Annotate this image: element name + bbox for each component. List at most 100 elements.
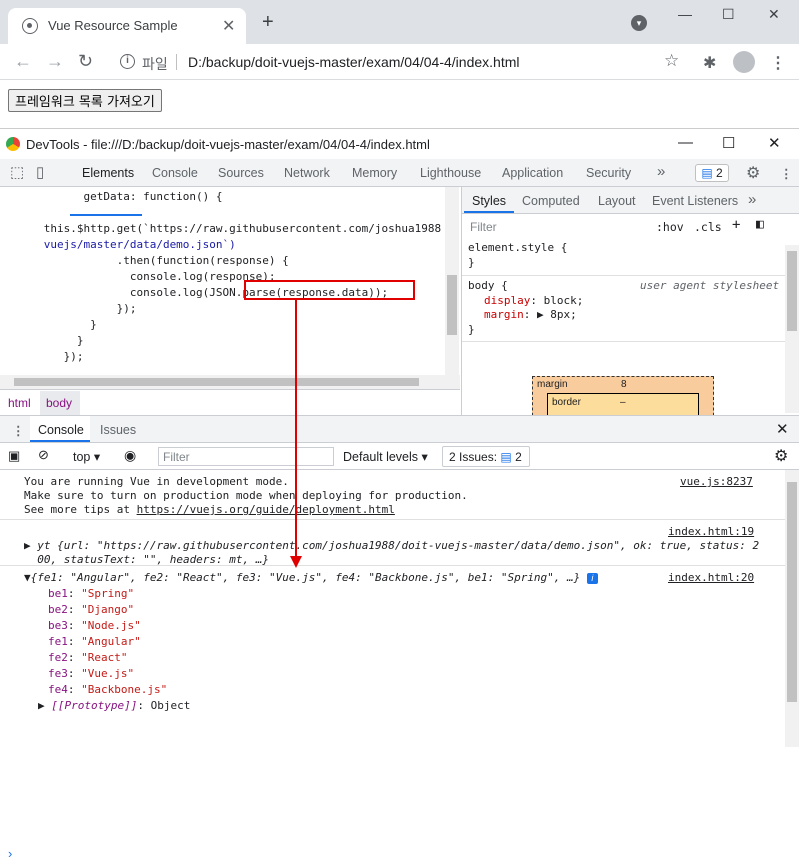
close-drawer-icon[interactable]: ✕ bbox=[776, 420, 789, 438]
tab-event-listeners[interactable]: Event Listeners bbox=[652, 194, 738, 208]
log-levels-dropdown[interactable]: Default levels ▾ bbox=[343, 449, 428, 464]
box-border-value[interactable]: – bbox=[620, 397, 626, 408]
tab-styles[interactable]: Styles bbox=[472, 194, 506, 208]
code-line: vuejs/master/data/demo.json`) bbox=[4, 238, 236, 251]
divider bbox=[462, 341, 799, 342]
devtools-title: DevTools - file:///D:/backup/doit-vuejs-… bbox=[26, 137, 430, 152]
drawer-tab-issues[interactable]: Issues bbox=[100, 423, 136, 437]
styles-scrollbar[interactable] bbox=[785, 245, 799, 413]
console-settings-icon[interactable]: ⚙ bbox=[774, 446, 788, 466]
devtools-close-icon[interactable]: ✕ bbox=[768, 134, 781, 152]
tab-lighthouse[interactable]: Lighthouse bbox=[420, 166, 481, 180]
breadcrumb-body[interactable]: body bbox=[46, 396, 72, 410]
menu-icon[interactable]: ⋮ bbox=[770, 53, 786, 73]
element-style-rule[interactable]: element.style { bbox=[468, 241, 567, 256]
address-scheme-label: 파일 bbox=[142, 56, 168, 72]
extensions-icon[interactable]: ✱ bbox=[703, 53, 716, 73]
code-vertical-scrollbar[interactable] bbox=[445, 187, 459, 375]
devtools-minimize-icon[interactable]: — bbox=[678, 134, 693, 151]
cls-toggle[interactable]: .cls bbox=[694, 220, 722, 234]
styles-filter-input[interactable]: Filter bbox=[466, 218, 646, 236]
console-message: index.html:19 ▶ yt {url: "https://raw.gi… bbox=[0, 520, 785, 566]
profile-avatar[interactable] bbox=[733, 51, 755, 73]
address-bar[interactable]: i 파일 D:/backup/doit-vuejs-master/exam/04… bbox=[110, 48, 690, 76]
source-link[interactable]: index.html:20 bbox=[668, 571, 754, 584]
more-panes-icon[interactable]: » bbox=[748, 191, 756, 208]
parsed-object-summary[interactable]: ▼{fe1: "Angular", fe2: "React", fe3: "Vu… bbox=[24, 571, 598, 584]
browser-tab[interactable]: Vue Resource Sample ✕ bbox=[8, 8, 246, 44]
console-filter-input[interactable]: Filter bbox=[158, 447, 334, 466]
forward-icon[interactable]: → bbox=[46, 51, 64, 71]
new-tab-button[interactable]: + bbox=[262, 12, 274, 32]
issues-badge[interactable]: ▤ 2 bbox=[695, 164, 729, 182]
code-line: }); bbox=[4, 302, 137, 315]
tab-console[interactable]: Console bbox=[152, 166, 198, 180]
issues-button[interactable]: 2 Issues: ▤ 2 bbox=[442, 446, 530, 467]
maximize-icon[interactable]: ☐ bbox=[722, 6, 735, 23]
tab-computed[interactable]: Computed bbox=[522, 194, 580, 208]
source-link[interactable]: index.html:19 bbox=[668, 525, 754, 538]
code-line: console.log(response); bbox=[4, 270, 276, 283]
code-line: } bbox=[4, 334, 84, 347]
more-tabs-icon[interactable]: » bbox=[657, 163, 665, 180]
scroll-thumb[interactable] bbox=[787, 251, 797, 331]
display-declaration[interactable]: display: block; bbox=[484, 294, 583, 309]
info-icon[interactable]: i bbox=[120, 54, 135, 69]
code-line: }); bbox=[4, 350, 84, 363]
devtools-menu-icon[interactable]: ⋮ bbox=[780, 166, 793, 181]
tab-security[interactable]: Security bbox=[586, 166, 631, 180]
tab-layout[interactable]: Layout bbox=[598, 194, 636, 208]
console-scrollbar[interactable] bbox=[785, 470, 799, 747]
code-horizontal-scrollbar[interactable] bbox=[0, 375, 460, 389]
sidebar-toggle-icon[interactable]: ▣ bbox=[8, 448, 20, 464]
eye-icon[interactable]: ◉ bbox=[124, 447, 136, 464]
console-toolbar: ▣ ⊘ top ▾ ◉ Filter Default levels ▾ 2 Is… bbox=[0, 443, 799, 470]
scroll-thumb[interactable] bbox=[14, 378, 419, 386]
tab-network[interactable]: Network bbox=[284, 166, 330, 180]
margin-declaration[interactable]: margin: ▶ 8px; bbox=[484, 308, 577, 323]
context-selector[interactable]: top ▾ bbox=[73, 449, 100, 464]
active-tab-indicator bbox=[30, 440, 90, 442]
inspect-element-icon[interactable]: ⬚ bbox=[10, 163, 24, 181]
close-window-icon[interactable]: ✕ bbox=[768, 6, 780, 23]
devtools-titlebar: DevTools - file:///D:/backup/doit-vuejs-… bbox=[0, 129, 799, 159]
drawer-tabbar: ⋮ Console Issues ✕ bbox=[0, 416, 799, 443]
tab-search-icon[interactable]: ▾ bbox=[631, 15, 647, 31]
minimize-icon[interactable]: — bbox=[678, 6, 692, 22]
body-rule-selector[interactable]: body { bbox=[468, 279, 508, 294]
deployment-link[interactable]: https://vuejs.org/guide/deployment.html bbox=[137, 503, 395, 516]
drawer-tab-console[interactable]: Console bbox=[38, 423, 84, 437]
devtools-maximize-icon[interactable]: ☐ bbox=[722, 134, 735, 152]
box-margin-value[interactable]: 8 bbox=[621, 379, 627, 390]
hov-toggle[interactable]: :hov bbox=[656, 220, 684, 234]
console-prompt[interactable]: › bbox=[8, 846, 12, 861]
tab-sources[interactable]: Sources bbox=[218, 166, 264, 180]
scroll-thumb[interactable] bbox=[787, 482, 797, 702]
tab-application[interactable]: Application bbox=[502, 166, 563, 180]
browser-tab-strip: Vue Resource Sample ✕ + ▾ — ☐ ✕ bbox=[0, 0, 799, 44]
drawer-menu-icon[interactable]: ⋮ bbox=[12, 423, 25, 438]
object-property: be3: "Node.js" bbox=[48, 619, 141, 632]
new-rule-icon[interactable]: + bbox=[732, 217, 740, 233]
back-icon[interactable]: ← bbox=[14, 51, 32, 71]
reload-icon[interactable]: ↻ bbox=[78, 51, 93, 71]
source-link[interactable]: vue.js:8237 bbox=[680, 475, 753, 488]
divider bbox=[462, 275, 799, 276]
console-message: You are running Vue in development mode.… bbox=[0, 470, 785, 520]
message-icon: ▤ bbox=[500, 450, 512, 464]
toggle-sidebar-icon[interactable]: ◧ bbox=[756, 217, 764, 232]
clear-console-icon[interactable]: ⊘ bbox=[38, 447, 49, 463]
fetch-frameworks-button[interactable]: 프레임워크 목록 가져오기 bbox=[8, 89, 162, 112]
device-toolbar-icon[interactable]: ▯ bbox=[36, 163, 44, 181]
tab-close-icon[interactable]: ✕ bbox=[222, 16, 235, 36]
prototype-property[interactable]: ▶ [[Prototype]]: Object bbox=[38, 699, 190, 712]
tab-elements[interactable]: Elements bbox=[82, 166, 134, 180]
settings-gear-icon[interactable]: ⚙ bbox=[746, 163, 760, 183]
tab-memory[interactable]: Memory bbox=[352, 166, 397, 180]
scroll-thumb[interactable] bbox=[447, 275, 457, 335]
response-object-summary[interactable]: ▶ yt {url: "https://raw.githubuserconten… bbox=[24, 539, 759, 552]
breadcrumb-html[interactable]: html bbox=[8, 396, 31, 410]
address-url[interactable]: D:/backup/doit-vuejs-master/exam/04/04-4… bbox=[188, 54, 519, 70]
bookmark-star-icon[interactable]: ☆ bbox=[664, 51, 679, 71]
object-property: fe4: "Backbone.js" bbox=[48, 683, 168, 696]
